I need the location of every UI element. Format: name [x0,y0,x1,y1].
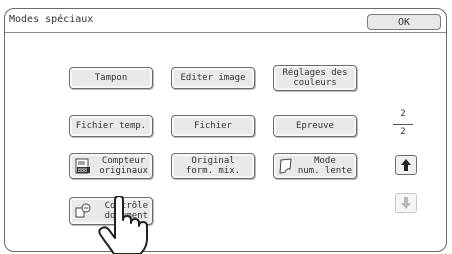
svg-text:888: 888 [78,168,87,174]
mixed-size-original-button[interactable]: Original form. mix. [171,153,255,179]
stamp-button-label: Tampon [94,73,128,83]
edit-image-button[interactable]: Editer image [171,67,255,89]
pointing-hand-icon [98,196,148,254]
original-count-button[interactable]: 888 Compteur originaux [69,153,153,179]
title-bar: Modes spéciaux OK [5,9,446,33]
arrow-down-icon [401,197,411,209]
scroll-down-button[interactable] [395,193,417,213]
temp-file-button-label: Fichier temp. [75,121,147,131]
panel-title: Modes spéciaux [9,14,94,25]
proof-button-label: Epreuve [296,121,334,131]
color-settings-button-label: Réglages des couleurs [282,68,348,88]
arrow-up-icon [401,159,411,171]
counter-icon: 888 [75,158,90,174]
special-modes-panel: Modes spéciaux OK Tampon Editer image Ré… [4,8,447,252]
color-settings-button[interactable]: Réglages des couleurs [273,65,357,91]
temp-file-button[interactable]: Fichier temp. [69,115,153,137]
page-divider [393,124,413,125]
stamp-button[interactable]: Tampon [69,67,153,89]
original-count-button-label: Compteur originaux [99,156,148,176]
document-control-icon [75,203,91,218]
current-page: 2 [400,109,406,119]
file-button-label: Fichier [194,121,232,131]
file-button[interactable]: Fichier [171,115,255,137]
ok-button[interactable]: OK [367,14,441,30]
proof-button[interactable]: Epreuve [273,115,357,137]
slow-scan-mode-button-label: Mode num. lente [297,156,352,176]
slow-scan-mode-button[interactable]: Mode num. lente [273,153,357,179]
scroll-up-button[interactable] [395,155,417,175]
paper-sheet-icon [279,158,292,174]
edit-image-button-label: Editer image [180,73,246,83]
total-pages: 2 [400,127,406,137]
mixed-size-original-button-label: Original form. mix. [185,156,241,176]
